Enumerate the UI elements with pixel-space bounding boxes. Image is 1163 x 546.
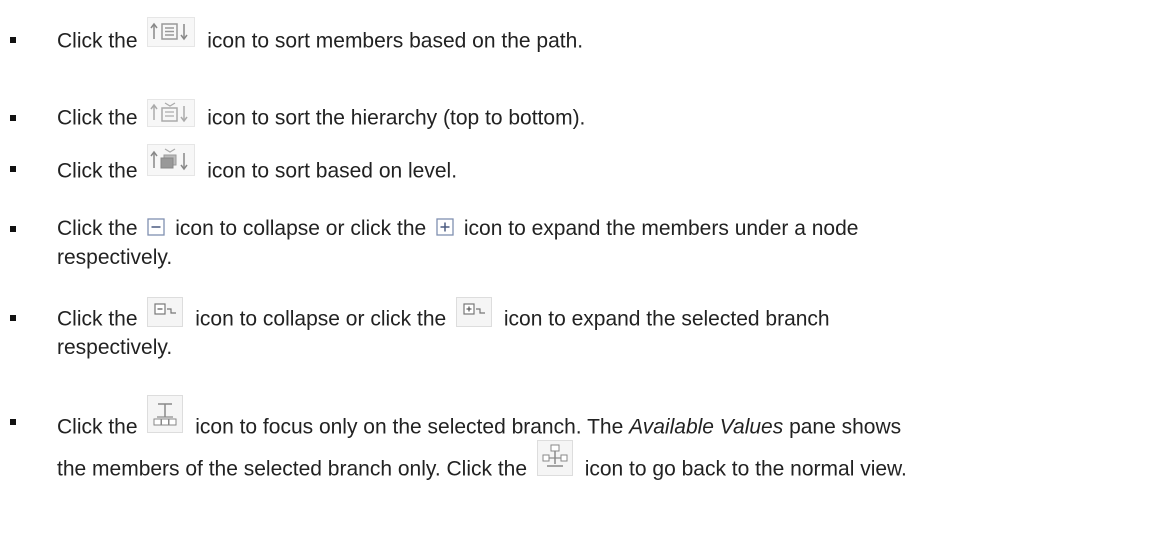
bullet bbox=[10, 419, 16, 425]
item-continuation-b: icon to go back to the normal view. bbox=[584, 457, 907, 481]
bullet bbox=[10, 37, 16, 43]
sort-level-icon bbox=[147, 144, 196, 176]
list-item: Click the icon to collapse or click the … bbox=[0, 214, 1140, 274]
bullet bbox=[10, 315, 16, 321]
list-item: Click the icon to sort members based on … bbox=[0, 17, 1140, 60]
item-text-prefix: Click the bbox=[57, 307, 138, 331]
item-text-middle-b: pane shows bbox=[789, 415, 902, 439]
document: Click the icon to sort members based on … bbox=[0, 0, 1163, 546]
sort-path-icon bbox=[147, 17, 196, 47]
expand-icon bbox=[436, 218, 454, 237]
collapse-branch-icon bbox=[147, 297, 184, 327]
normal-view-icon bbox=[536, 440, 573, 476]
bullet bbox=[10, 115, 16, 121]
item-text-prefix: Click the bbox=[57, 29, 138, 53]
list-item: Click the icon to sort based on level. bbox=[0, 144, 1140, 195]
item-text-middle-a: icon to focus only on the selected branc… bbox=[195, 415, 624, 439]
sort-hierarchy-icon bbox=[147, 99, 196, 127]
expand-branch-icon bbox=[456, 297, 493, 327]
list-item: Click the icon to sort the hierarchy (to… bbox=[0, 99, 1140, 140]
item-text-suffix: icon to sort members based on the path. bbox=[207, 29, 584, 53]
collapse-icon bbox=[147, 218, 166, 237]
item-text-suffix: icon to expand the members under a node bbox=[463, 217, 859, 240]
bullet bbox=[10, 166, 16, 172]
item-text-prefix: Click the bbox=[57, 217, 138, 240]
item-text-emphasis: Available Values bbox=[629, 415, 784, 439]
item-continuation: respectively. bbox=[57, 336, 173, 359]
item-text-prefix: Click the bbox=[57, 159, 138, 183]
bullet bbox=[10, 226, 16, 232]
item-continuation-a: the members of the selected branch only.… bbox=[57, 457, 528, 481]
item-text-middle: icon to collapse or click the bbox=[195, 307, 447, 331]
item-text-middle: icon to collapse or click the bbox=[175, 217, 427, 240]
item-text-prefix: Click the bbox=[57, 415, 138, 439]
list-item: Click the icon to focus only on the sele… bbox=[0, 378, 1140, 546]
focus-branch-icon bbox=[147, 395, 184, 433]
item-text-suffix: icon to sort based on level. bbox=[207, 159, 458, 183]
item-text-suffix: icon to sort the hierarchy (top to botto… bbox=[207, 106, 586, 130]
list-item: Click the icon to collapse or click the bbox=[0, 292, 1140, 362]
item-text-prefix: Click the bbox=[57, 106, 138, 130]
item-text-suffix: icon to expand the selected branch bbox=[503, 307, 830, 331]
item-continuation: respectively. bbox=[57, 246, 173, 269]
